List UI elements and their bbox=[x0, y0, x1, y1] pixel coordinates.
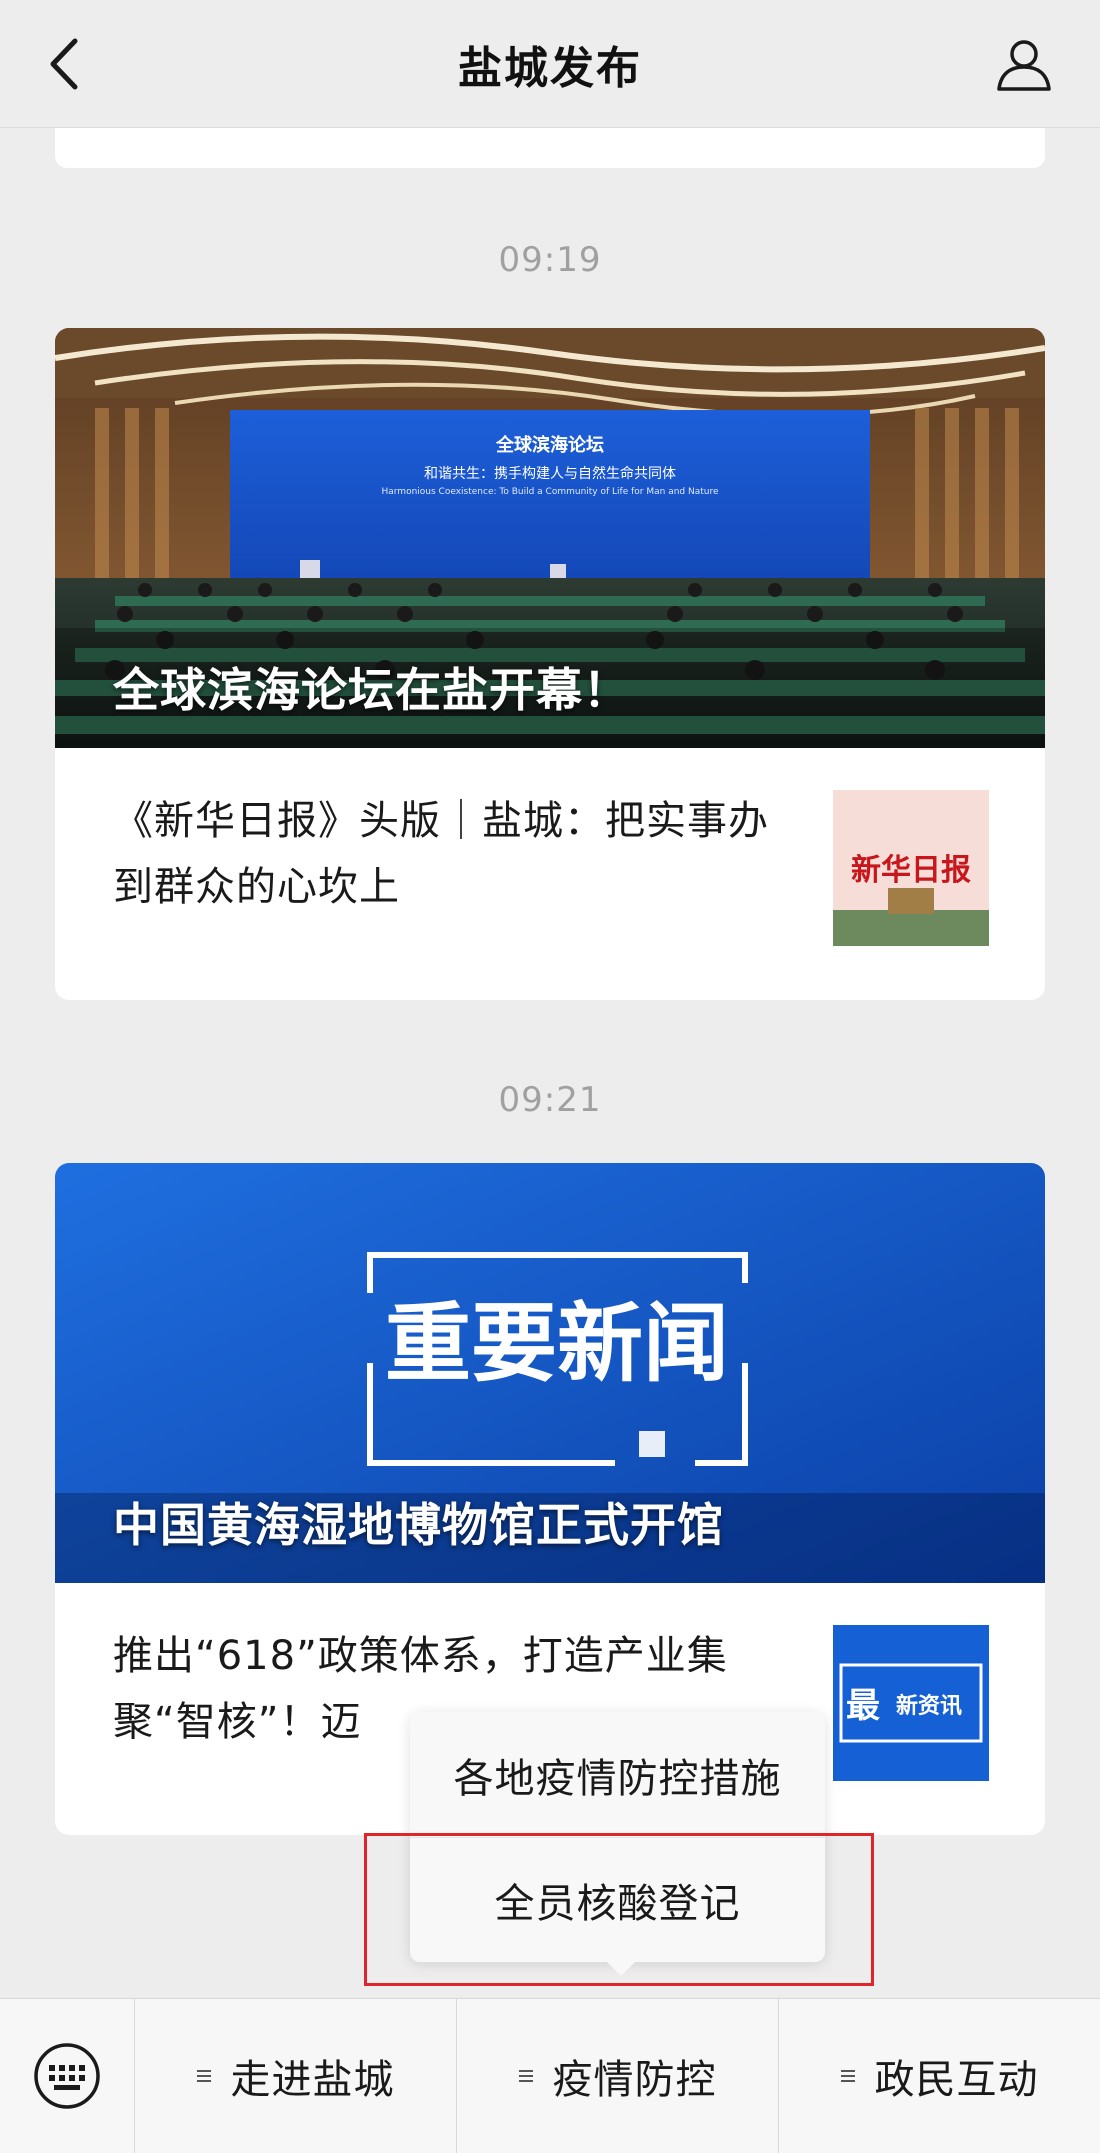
article-headline: 中国黄海湿地博物馆正式开馆 bbox=[113, 1498, 724, 1552]
page-title: 盐城发布 bbox=[458, 42, 642, 94]
sub-article-thumbnail: 新华日报 bbox=[833, 790, 989, 946]
menu-item-label: 走进盐城 bbox=[230, 2057, 395, 2103]
sub-article-title: 《新华日报》头版｜盐城：把实事办到群众的心坎上 bbox=[113, 798, 769, 910]
popup-arrow bbox=[607, 1962, 635, 1976]
thumbnail-text-big: 最 bbox=[846, 1686, 880, 1726]
submenu-popup: 各地疫情防控措施 全员核酸登记 bbox=[410, 1712, 825, 1976]
cover-screen-subtitle: 和谐共生：携手构建人与自然生命共同体 bbox=[424, 465, 676, 482]
bottom-menu-bar: 走进盐城 疫情防控 政民互动 bbox=[0, 1998, 1100, 2153]
thumbnail-newspaper-title: 新华日报 bbox=[851, 853, 971, 888]
thumbnail-text: 新资讯 bbox=[896, 1693, 962, 1719]
chevron-left-icon bbox=[50, 38, 78, 90]
menu-item-label: 政民互动 bbox=[874, 2057, 1039, 2103]
sub-article-item[interactable]: 《新华日报》头版｜盐城：把实事办到群众的心坎上 新华日报 bbox=[55, 748, 1045, 1000]
menu-lines-icon bbox=[196, 2067, 211, 2085]
menu-item-label: 疫情防控 bbox=[552, 2057, 717, 2103]
menu-item-explore-yancheng[interactable]: 走进盐城 bbox=[135, 1999, 456, 2153]
menu-lines-icon bbox=[518, 2067, 533, 2085]
cover-screen-title: 全球滨海论坛 bbox=[495, 434, 604, 456]
article-cover[interactable]: 全球滨海论坛 和谐共生：携手构建人与自然生命共同体 Harmonious Coe… bbox=[55, 328, 1045, 748]
keyboard-toggle-button[interactable] bbox=[0, 1998, 135, 2153]
article-headline: 全球滨海论坛在盐开幕！ bbox=[113, 663, 630, 717]
cover-screen-english: Harmonious Coexistence: To Build a Commu… bbox=[381, 487, 718, 497]
cover-banner-text: 重要新闻 bbox=[385, 1294, 729, 1394]
menu-item-citizen-interaction[interactable]: 政民互动 bbox=[778, 1998, 1100, 2153]
sub-article-thumbnail: 最 新资讯 bbox=[833, 1625, 989, 1781]
article-cover[interactable]: 重要新闻 中国黄海湿地博物馆正式开馆 bbox=[55, 1163, 1045, 1583]
submenu-item-epidemic-measures[interactable]: 各地疫情防控措施 bbox=[410, 1712, 825, 1837]
message-timestamp: 09:21 bbox=[498, 1080, 602, 1120]
profile-button[interactable] bbox=[992, 32, 1056, 96]
article-card: 全球滨海论坛 和谐共生：携手构建人与自然生命共同体 Harmonious Coe… bbox=[55, 328, 1045, 1000]
back-button[interactable] bbox=[38, 34, 90, 94]
keyboard-icon bbox=[34, 2043, 100, 2109]
menu-item-epidemic-control[interactable]: 疫情防控 bbox=[456, 1998, 778, 2153]
menu-lines-icon bbox=[840, 2067, 855, 2085]
submenu-item-nucleic-acid-registration[interactable]: 全员核酸登记 bbox=[410, 1837, 825, 1962]
message-timestamp: 09:19 bbox=[498, 240, 602, 280]
top-nav-bar: 盐城发布 bbox=[0, 0, 1100, 128]
person-icon bbox=[997, 40, 1051, 91]
